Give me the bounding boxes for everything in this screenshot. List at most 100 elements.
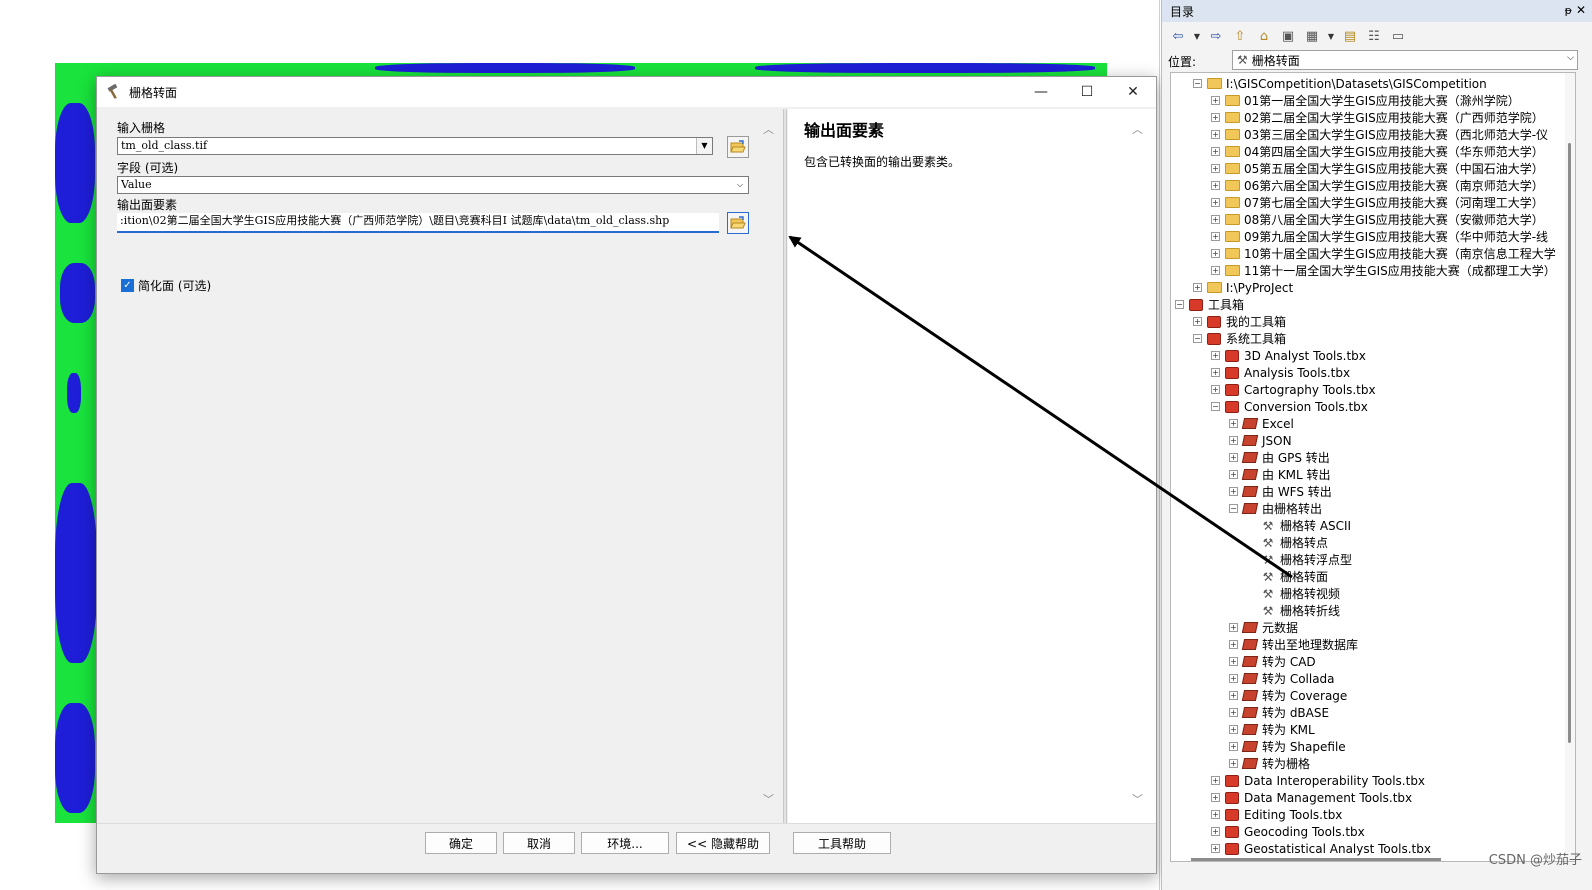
expand-icon[interactable]: + bbox=[1229, 487, 1238, 496]
browse-output-button[interactable] bbox=[727, 212, 749, 234]
tree-row[interactable]: ⚒ 栅格转浮点型 bbox=[1247, 551, 1352, 568]
chevron-down-icon[interactable]: ▼ bbox=[1326, 27, 1336, 45]
cancel-button[interactable]: 取消 bbox=[503, 832, 575, 854]
dialog-titlebar[interactable]: 栅格转面 — ☐ ✕ bbox=[97, 77, 1156, 107]
tree-row[interactable]: +01第一届全国大学生GIS应用技能大赛（滁州学院） bbox=[1211, 92, 1520, 109]
tree-row[interactable]: + Editing Tools.tbx bbox=[1211, 806, 1342, 823]
expand-icon[interactable]: + bbox=[1193, 317, 1202, 326]
tree-row[interactable]: + I:\PyProJect bbox=[1193, 279, 1293, 296]
expand-icon[interactable]: + bbox=[1211, 793, 1220, 802]
tree-vertical-scrollbar[interactable] bbox=[1565, 73, 1575, 861]
expand-icon[interactable]: + bbox=[1211, 96, 1220, 105]
expand-icon[interactable]: + bbox=[1229, 674, 1238, 683]
home-icon[interactable]: ⌂ bbox=[1254, 27, 1274, 45]
scroll-up-icon[interactable]: ︿ bbox=[763, 121, 774, 137]
expand-icon[interactable]: + bbox=[1229, 453, 1238, 462]
tree-row[interactable]: − 工具箱 bbox=[1175, 296, 1244, 313]
location-combo[interactable]: ⚒ 栅格转面 ⌵ bbox=[1232, 50, 1578, 70]
collapse-icon[interactable]: − bbox=[1193, 79, 1202, 88]
expand-icon[interactable]: + bbox=[1229, 742, 1238, 751]
tree-row[interactable]: − I:\GISCompetition\Datasets\GISCompetiti… bbox=[1193, 75, 1487, 92]
tree-row[interactable]: + JSON bbox=[1229, 432, 1292, 449]
expand-icon[interactable]: + bbox=[1229, 623, 1238, 632]
expand-icon[interactable]: + bbox=[1193, 283, 1202, 292]
options-icon[interactable]: ▭ bbox=[1388, 27, 1408, 45]
pin-icon[interactable]: ᵽ bbox=[1565, 4, 1572, 17]
expand-icon[interactable]: + bbox=[1229, 419, 1238, 428]
tree-row[interactable]: +09第九届全国大学生GIS应用技能大赛（华中师范大学-线 bbox=[1211, 228, 1548, 245]
collapse-icon[interactable]: − bbox=[1229, 504, 1238, 513]
forward-arrow-icon[interactable]: ⇨ bbox=[1206, 27, 1226, 45]
expand-icon[interactable]: + bbox=[1211, 232, 1220, 241]
tree-row[interactable]: + 转为 Collada bbox=[1229, 670, 1335, 687]
tree-row[interactable]: + 转为 Shapefile bbox=[1229, 738, 1346, 755]
close-icon[interactable]: ✕ bbox=[1576, 3, 1586, 17]
expand-icon[interactable]: + bbox=[1229, 691, 1238, 700]
tree-row[interactable]: +03第三届全国大学生GIS应用技能大赛（西北师范大学-仪 bbox=[1211, 126, 1548, 143]
tree-row[interactable]: +02第二届全国大学生GIS应用技能大赛（广西师范学院） bbox=[1211, 109, 1544, 126]
output-path-input[interactable]: :ition\02第二届全国大学生GIS应用技能大赛（广西师范学院）\题目\竞赛… bbox=[117, 213, 719, 233]
tree-row[interactable]: − 由栅格转出 bbox=[1229, 500, 1322, 517]
ok-button[interactable]: 确定 bbox=[425, 832, 497, 854]
connect-folder-icon[interactable]: ▤ bbox=[1340, 27, 1360, 45]
browse-input-button[interactable] bbox=[727, 136, 749, 158]
hide-help-button[interactable]: << 隐藏帮助 bbox=[676, 832, 770, 854]
expand-icon[interactable]: + bbox=[1211, 827, 1220, 836]
catalog-header[interactable]: 目录 ᵽ ✕ bbox=[1162, 0, 1592, 22]
toggle-contents-icon[interactable]: ▣ bbox=[1278, 27, 1298, 45]
view-grid-icon[interactable]: ▦ bbox=[1302, 27, 1322, 45]
tree-row[interactable]: + 转为 CAD bbox=[1229, 653, 1316, 670]
catalog-tree[interactable]: − I:\GISCompetition\Datasets\GISCompetiti… bbox=[1170, 72, 1576, 862]
close-button[interactable]: ✕ bbox=[1110, 77, 1156, 107]
expand-icon[interactable]: + bbox=[1211, 844, 1220, 853]
expand-icon[interactable]: + bbox=[1211, 113, 1220, 122]
tree-row[interactable]: +3D Analyst Tools.tbx bbox=[1211, 347, 1366, 364]
chevron-down-icon[interactable]: ⌵ bbox=[732, 177, 748, 193]
simplify-checkbox-row[interactable]: ✓ 简化面 (可选) bbox=[121, 277, 211, 294]
expand-icon[interactable]: + bbox=[1229, 436, 1238, 445]
scroll-up-icon[interactable]: ︿ bbox=[1132, 121, 1143, 137]
tree-row[interactable]: + 由 WFS 转出 bbox=[1229, 483, 1332, 500]
pane-splitter[interactable] bbox=[783, 109, 787, 823]
tree-row[interactable]: ⚒ 栅格转点 bbox=[1247, 534, 1328, 551]
tree-row[interactable]: +11第十一届全国大学生GIS应用技能大赛（成都理工大学） bbox=[1211, 262, 1556, 279]
expand-icon[interactable]: + bbox=[1211, 164, 1220, 173]
tree-row[interactable]: ⚒ 栅格转视频 bbox=[1247, 585, 1340, 602]
chevron-down-icon[interactable]: ▼ bbox=[1192, 27, 1202, 45]
tree-row[interactable]: + Analysis Tools.tbx bbox=[1211, 364, 1350, 381]
simplify-checkbox[interactable]: ✓ bbox=[121, 279, 134, 292]
expand-icon[interactable]: + bbox=[1229, 725, 1238, 734]
tree-row[interactable]: + 转为栅格 bbox=[1229, 755, 1310, 772]
expand-icon[interactable]: + bbox=[1211, 147, 1220, 156]
tree-row[interactable]: + 由 GPS 转出 bbox=[1229, 449, 1330, 466]
up-folder-icon[interactable]: ⇧ bbox=[1230, 27, 1250, 45]
expand-icon[interactable]: + bbox=[1229, 708, 1238, 717]
tree-row[interactable]: ⚒ 栅格转面 bbox=[1247, 568, 1328, 585]
expand-icon[interactable]: + bbox=[1229, 759, 1238, 768]
tree-row[interactable]: + Data Management Tools.tbx bbox=[1211, 789, 1412, 806]
maximize-button[interactable]: ☐ bbox=[1064, 77, 1110, 107]
scroll-down-icon[interactable]: ﹀ bbox=[763, 791, 774, 807]
expand-icon[interactable]: + bbox=[1211, 266, 1220, 275]
back-arrow-icon[interactable]: ⇦ bbox=[1168, 27, 1188, 45]
tree-row[interactable]: + Geocoding Tools.tbx bbox=[1211, 823, 1365, 840]
expand-icon[interactable]: + bbox=[1211, 181, 1220, 190]
environments-button[interactable]: 环境... bbox=[581, 832, 669, 854]
expand-icon[interactable]: + bbox=[1229, 470, 1238, 479]
tree-row[interactable]: + 元数据 bbox=[1229, 619, 1298, 636]
tree-row[interactable]: + Geostatistical Analyst Tools.tbx bbox=[1211, 840, 1431, 857]
tree-row[interactable]: + Cartography Tools.tbx bbox=[1211, 381, 1376, 398]
tree-row[interactable]: − Conversion Tools.tbx bbox=[1211, 398, 1368, 415]
chevron-down-icon[interactable]: ⌵ bbox=[1567, 53, 1574, 63]
tree-row[interactable]: +06第六届全国大学生GIS应用技能大赛（南京师范大学） bbox=[1211, 177, 1544, 194]
expand-icon[interactable]: + bbox=[1211, 198, 1220, 207]
tree-row[interactable]: + 我的工具箱 bbox=[1193, 313, 1286, 330]
expand-icon[interactable]: + bbox=[1211, 368, 1220, 377]
scroll-down-icon[interactable]: ﹀ bbox=[1132, 791, 1143, 807]
tree-row[interactable]: + 转出至地理数据库 bbox=[1229, 636, 1358, 653]
collapse-icon[interactable]: − bbox=[1175, 300, 1184, 309]
chevron-down-icon[interactable]: ▼ bbox=[696, 138, 712, 154]
tool-help-button[interactable]: 工具帮助 bbox=[793, 832, 891, 854]
tree-row[interactable]: +07第七届全国大学生GIS应用技能大赛（河南理工大学） bbox=[1211, 194, 1544, 211]
tree-view-icon[interactable]: ☷ bbox=[1364, 27, 1384, 45]
